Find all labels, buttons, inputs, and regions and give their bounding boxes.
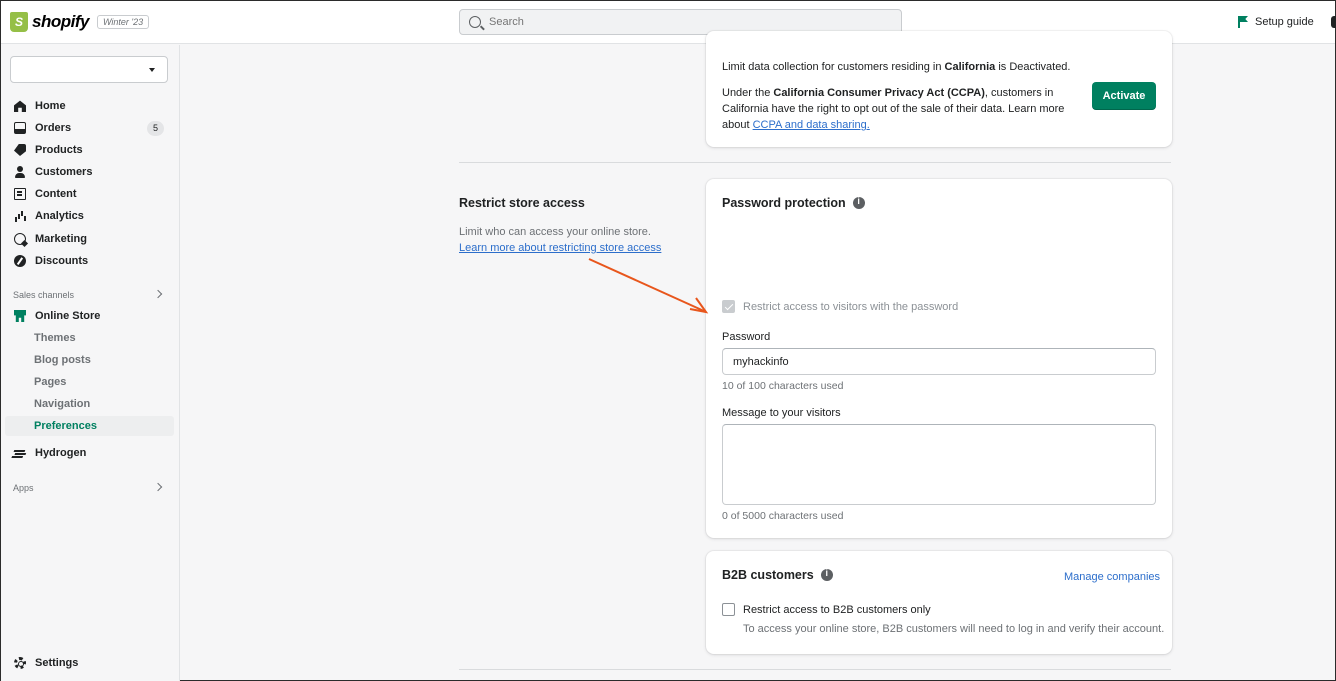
- nav-label: Orders: [35, 122, 72, 134]
- orders-icon: [14, 122, 26, 134]
- nav-home[interactable]: Home: [14, 100, 66, 112]
- brand-name: shopify: [32, 12, 89, 31]
- b2b-card-title: B2B customers: [722, 568, 833, 582]
- orders-count-badge: 5: [147, 121, 164, 136]
- flag-icon: [1238, 16, 1249, 28]
- nav-label: Analytics: [35, 210, 84, 222]
- arrow-shaft: [588, 258, 705, 312]
- annotation-arrow: [588, 258, 709, 314]
- visitor-message-textarea[interactable]: [722, 424, 1156, 505]
- privacy-status-text: Limit data collection for customers resi…: [722, 61, 1071, 73]
- search-input[interactable]: [489, 16, 869, 28]
- nav-label: Home: [35, 100, 66, 112]
- password-card-title: Password protection: [722, 196, 865, 210]
- b2b-customers-card: B2B customers Manage companies Restrict …: [706, 551, 1172, 654]
- nav-preferences[interactable]: Preferences: [34, 420, 97, 432]
- nav-online-store[interactable]: Online Store: [14, 310, 100, 322]
- nav-label: Content: [35, 188, 77, 200]
- caret-down-icon: [149, 68, 155, 72]
- nav-products[interactable]: Products: [14, 144, 83, 156]
- notification-icon[interactable]: [1331, 16, 1336, 28]
- restrict-section-title: Restrict store access: [459, 196, 585, 210]
- password-char-count: 10 of 100 characters used: [722, 380, 844, 392]
- chevron-right-icon[interactable]: [153, 482, 163, 492]
- password-input[interactable]: [722, 348, 1156, 375]
- person-icon: [14, 166, 26, 178]
- home-icon: [14, 100, 26, 112]
- setup-guide-button[interactable]: Setup guide: [1238, 16, 1314, 28]
- sales-channels-label: Sales channels: [13, 290, 75, 300]
- shopify-logo[interactable]: shopify Winter '23: [10, 12, 150, 32]
- nav-content[interactable]: Content: [14, 188, 77, 200]
- sidebar: Home Orders 5 Products Customers Content…: [1, 45, 180, 681]
- store-selector[interactable]: [10, 56, 168, 83]
- password-label: Password: [722, 331, 771, 343]
- password-protection-card: Password protection Restrict access to v…: [706, 179, 1172, 538]
- nav-settings[interactable]: Settings: [14, 657, 78, 669]
- nav-blog-posts[interactable]: Blog posts: [34, 354, 91, 366]
- nav-orders[interactable]: Orders: [14, 122, 71, 134]
- restrict-section-description: Limit who can access your online store. …: [459, 226, 662, 254]
- nav-label: Settings: [35, 657, 79, 669]
- store-icon: [14, 310, 26, 322]
- hydrogen-icon: [14, 447, 26, 459]
- nav-label: Marketing: [35, 233, 87, 245]
- discount-icon: [14, 255, 26, 267]
- content-icon: [14, 188, 26, 200]
- chevron-right-icon[interactable]: [153, 289, 163, 299]
- info-icon[interactable]: [852, 196, 865, 209]
- apps-label: Apps: [13, 483, 34, 493]
- gear-icon: [14, 657, 26, 669]
- target-icon: [14, 233, 26, 245]
- ccpa-link[interactable]: CCPA and data sharing.: [753, 119, 870, 131]
- nav-label: Hydrogen: [35, 447, 87, 459]
- restrict-b2b-label: Restrict access to B2B customers only: [743, 604, 931, 616]
- nav-label: Discounts: [35, 255, 89, 267]
- info-icon[interactable]: [820, 568, 833, 581]
- nav-navigation[interactable]: Navigation: [34, 398, 90, 410]
- message-char-count: 0 of 5000 characters used: [722, 510, 844, 522]
- nav-discounts[interactable]: Discounts: [14, 255, 88, 267]
- restrict-b2b-checkbox[interactable]: [722, 603, 735, 616]
- nav-label: Online Store: [35, 310, 101, 322]
- manage-companies-link[interactable]: Manage companies: [1064, 569, 1160, 585]
- privacy-card: Limit data collection for customers resi…: [706, 31, 1172, 147]
- nav-marketing[interactable]: Marketing: [14, 233, 87, 245]
- edition-badge: Winter '23: [96, 15, 150, 29]
- search-icon: [469, 16, 481, 28]
- b2b-help-text: To access your online store, B2B custome…: [743, 623, 1165, 635]
- nav-analytics[interactable]: Analytics: [14, 210, 84, 222]
- activate-button[interactable]: Activate: [1092, 82, 1156, 110]
- message-label: Message to your visitors: [722, 407, 841, 419]
- nav-hydrogen[interactable]: Hydrogen: [14, 447, 86, 459]
- restrict-password-checkbox[interactable]: [722, 300, 735, 313]
- section-divider: [459, 162, 1171, 163]
- tag-icon: [14, 144, 26, 156]
- section-divider: [459, 669, 1171, 670]
- restrict-password-label: Restrict access to visitors with the pas…: [743, 301, 959, 313]
- ccpa-description: Under the California Consumer Privacy Ac…: [722, 87, 1065, 131]
- restrict-learn-more-link[interactable]: Learn more about restricting store acces…: [459, 242, 661, 254]
- setup-guide-label: Setup guide: [1255, 16, 1314, 28]
- nav-customers[interactable]: Customers: [14, 166, 92, 178]
- nav-pages[interactable]: Pages: [34, 376, 66, 388]
- nav-label: Products: [35, 144, 83, 156]
- shopify-bag-icon: [10, 12, 28, 32]
- nav-themes[interactable]: Themes: [34, 332, 76, 344]
- bar-chart-icon: [14, 210, 26, 222]
- nav-label: Customers: [35, 166, 93, 178]
